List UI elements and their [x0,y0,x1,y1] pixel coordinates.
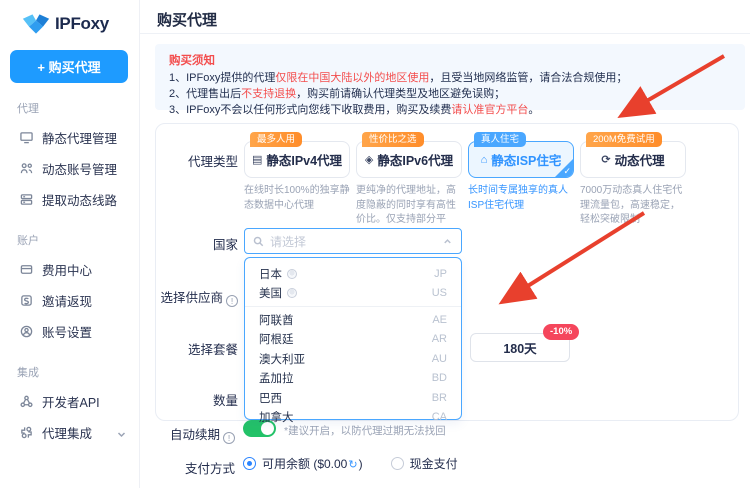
country-flag-icon [287,288,297,298]
balance-radio[interactable] [243,457,256,470]
notice-line-1: 1、IPFoxy提供的代理仅限在中国大陆以外的地区使用，且受当地网络监管，请合法… [169,71,731,87]
badge-real-residential: 真人住宅 [474,132,526,147]
home-icon: ⌂ [481,154,488,166]
info-icon: ! [223,432,235,444]
country-option-bangladesh[interactable]: 孟加拉BD [245,369,461,389]
notice-line-2: 2、代理售出后不支持退换，购买前请确认代理类型及地区避免误购； [169,87,731,103]
notice-title: 购买须知 [169,52,731,68]
country-option-japan[interactable]: 日本JP [245,264,461,284]
proxy-type-desc-dynamic: 7000万动态真人住宅代理流量包，高速稳定，轻松突破限制 [580,184,688,228]
chevron-down-icon [117,428,125,436]
supplier-label: 选择供应商! [156,287,238,307]
sidebar-item-label: 邀请返现 [42,291,92,310]
proxy-type-title: 静态IPv6代理 [377,150,453,169]
accounts-icon [19,162,33,176]
refresh-circle-icon: ⟳ [601,153,610,166]
section-label-account: 账户 [17,232,139,248]
header-divider [140,33,750,34]
sidebar-item-label: 开发者API [42,392,100,411]
sidebar-item-billing-center[interactable]: 费用中心 [0,254,139,285]
proxy-type-desc-isp: 长时间专属独享的真人ISP住宅代理 [468,184,576,213]
wallet-icon [19,263,33,277]
check-icon: ✓ [563,166,571,177]
sidebar-item-label: 费用中心 [42,260,92,279]
sidebar-item-dynamic-account-management[interactable]: 动态账号管理 [0,153,139,184]
notice-line-3: 3、IPFoxy不会以任何形式向您线下收取费用，购买及续费请认准官方平台。 [169,103,731,119]
proxy-type-title: 动态代理 [615,150,665,169]
country-option-canada[interactable]: 加拿大CA [245,408,461,428]
country-option-argentina[interactable]: 阿根廷AR [245,330,461,350]
info-icon: ! [226,295,238,307]
developer-api-icon [19,395,33,409]
proxy-type-title: 静态ISP住宅 [491,150,561,169]
badge-best-value: 性价比之选 [362,132,424,147]
extract-lines-icon [19,193,33,207]
sidebar-item-label: 静态代理管理 [42,128,117,147]
sidebar-item-account-settings[interactable]: 账号设置 [0,316,139,347]
sidebar-item-proxy-integration[interactable]: 代理集成 [0,417,139,448]
badge-most-popular: 最多人用 [250,132,302,147]
account-settings-icon [19,325,33,339]
section-label-integration: 集成 [17,364,139,380]
sidebar-item-invite-cashback[interactable]: 邀请返现 [0,285,139,316]
country-select-placeholder: 请选择 [270,233,436,250]
proxy-type-label: 代理类型 [156,151,238,170]
sidebar-item-extract-dynamic-lines[interactable]: 提取动态线路 [0,184,139,215]
country-label: 国家 [156,234,238,253]
proxy-type-desc-ipv4: 在线时长100%的独享静态数据中心代理 [244,184,352,213]
logo-text: IPFoxy [55,14,109,34]
dropdown-divider [245,306,461,307]
sidebar-item-label: 动态账号管理 [42,159,117,178]
balance-option-label: 可用余额 ($0.00↻) [262,455,363,472]
sidebar-item-label: 提取动态线路 [42,190,117,209]
invite-cashback-icon [19,294,33,308]
sidebar-item-label: 账号设置 [42,322,92,341]
main-content: 购买代理 购买须知 1、IPFoxy提供的代理仅限在中国大陆以外的地区使用，且受… [140,0,750,488]
auto-renew-label: 自动续期! [140,424,235,444]
purchase-form-card: 代理类型 最多人用 ▤ 静态IPv4代理 在线时长100%的独享静态数据中心代理… [155,123,739,421]
sidebar-item-label: 代理集成 [42,423,92,442]
payment-options: 可用余额 ($0.00↻) 现金支付 [243,455,458,472]
cash-radio[interactable] [391,457,404,470]
package-label: 选择套餐 [156,339,238,358]
country-option-brazil[interactable]: 巴西BR [245,388,461,408]
country-select[interactable]: 请选择 [244,228,462,254]
country-dropdown: 日本JP 美国US 阿联酋AE 阿根廷AR 澳大利亚AU 孟加拉BD 巴西BR … [244,257,462,420]
country-option-uae[interactable]: 阿联酋AE [245,310,461,330]
purchase-notice: 购买须知 1、IPFoxy提供的代理仅限在中国大陆以外的地区使用，且受当地网络监… [155,44,745,110]
sidebar-item-static-proxy-management[interactable]: 静态代理管理 [0,122,139,153]
search-icon [253,236,264,247]
badge-free-trial: 200M免费试用 [586,132,662,147]
section-label-proxy: 代理 [17,100,139,116]
quantity-label: 数量 [156,390,238,409]
discount-badge: -10% [543,324,579,340]
fox-logo-icon [22,13,50,35]
cash-option-label: 现金支付 [410,455,458,472]
country-option-usa[interactable]: 美国US [245,284,461,304]
integration-icon [19,426,33,440]
proxy-type-title: 静态IPv4代理 [266,150,342,169]
refresh-icon[interactable]: ↻ [348,459,357,471]
ipfoxy-logo: IPFoxy [22,13,139,35]
ipv4-grid-icon: ▤ [252,153,262,166]
sidebar: IPFoxy + 购买代理 代理 静态代理管理 动态账号管理 提取动态线路 账户… [0,0,140,488]
buy-proxy-page: IPFoxy + 购买代理 代理 静态代理管理 动态账号管理 提取动态线路 账户… [0,0,750,488]
monitor-icon [19,131,33,145]
sidebar-item-developer-api[interactable]: 开发者API [0,386,139,417]
country-flag-icon [287,269,297,279]
country-option-australia[interactable]: 澳大利亚AU [245,349,461,369]
page-title: 购买代理 [157,9,217,30]
chevron-up-icon [442,236,453,247]
ipv6-diamond-icon: ◈ [365,153,373,166]
buy-proxy-button[interactable]: + 购买代理 [10,50,128,83]
payment-label: 支付方式 [140,458,235,477]
